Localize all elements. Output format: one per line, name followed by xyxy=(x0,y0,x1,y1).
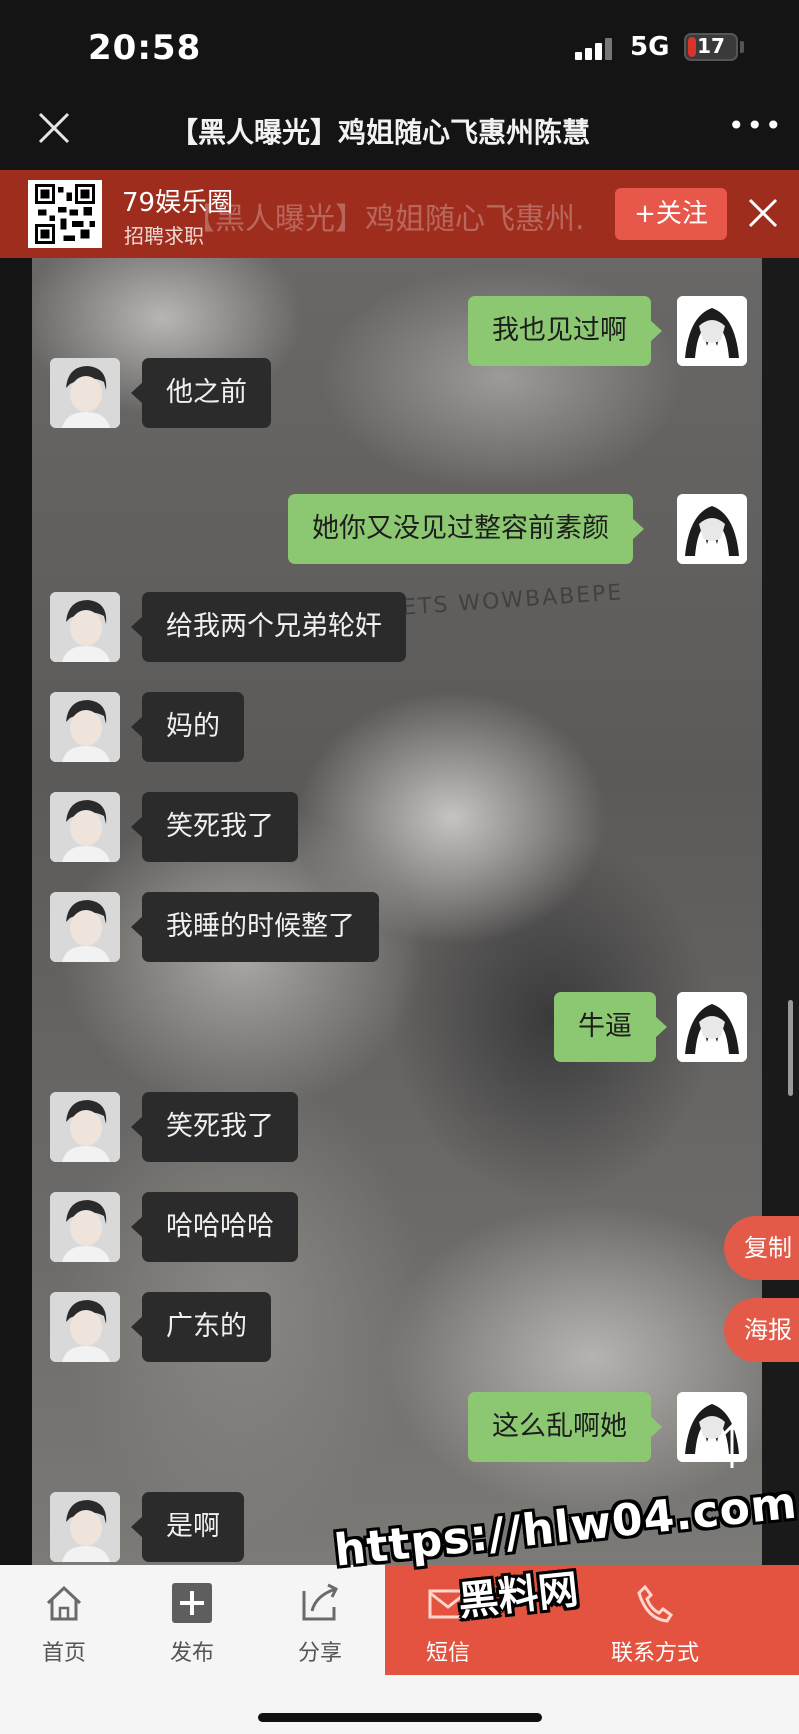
banner-ghost-title: 【黑人曝光】鸡姐随心飞惠州. xyxy=(185,202,585,237)
message-bubble-received: 我睡的时候整了 xyxy=(131,892,379,962)
sender-avatar xyxy=(677,296,747,366)
contact-avatar xyxy=(50,1292,120,1362)
network-type: 5G xyxy=(630,32,670,62)
message-bubble-sent: 我也见过啊 xyxy=(468,296,662,366)
poster-button[interactable]: 海报 xyxy=(724,1298,799,1362)
signal-icon xyxy=(575,38,613,60)
tab-publish-label: 发布 xyxy=(169,1641,214,1666)
contact-avatar xyxy=(50,1092,120,1162)
close-icon[interactable] xyxy=(742,192,784,234)
battery-level: 17 xyxy=(697,34,725,58)
follow-button[interactable]: +关注 xyxy=(615,188,727,240)
message-bubble-received: 笑死我了 xyxy=(131,792,298,862)
scrollbar[interactable] xyxy=(788,1000,793,1096)
message-bubble-sent: 这么乱啊她 xyxy=(468,1392,662,1462)
contact-avatar xyxy=(50,1492,120,1562)
tab-contact-label: 联系方式 xyxy=(610,1641,699,1666)
sender-avatar xyxy=(677,992,747,1062)
account-name[interactable]: 79娱乐圈 xyxy=(122,182,233,219)
message-bubble-sent: 牛逼 xyxy=(554,992,667,1062)
chat-screenshot: ETS WOWBABEPE 我也见过啊 他之前 她你又没见过整容前素颜 给我两个… xyxy=(32,258,767,1565)
contact-avatar xyxy=(50,692,120,762)
contact-avatar xyxy=(50,358,120,428)
background-print-text: ETS WOWBABEPE xyxy=(401,580,625,621)
tab-home[interactable]: 首页 xyxy=(16,1565,112,1675)
message-bubble-received: 广东的 xyxy=(131,1292,271,1362)
message-bubble-received: 哈哈哈哈 xyxy=(131,1192,298,1262)
status-bar: 20:58 5G 17 xyxy=(0,0,799,96)
contact-avatar xyxy=(50,892,120,962)
message-bubble-received: 他之前 xyxy=(131,358,271,428)
message-bubble-received: 给我两个兄弟轮奸 xyxy=(131,592,406,662)
message-bubble-received: 妈的 xyxy=(131,692,244,762)
plus-icon xyxy=(170,1581,214,1625)
qr-code-icon[interactable] xyxy=(28,180,102,248)
message-bubble-received: 是啊 xyxy=(131,1492,244,1562)
account-category: 招聘求职 xyxy=(124,224,204,248)
page-edge xyxy=(762,258,799,1565)
tab-publish[interactable]: 发布 xyxy=(144,1565,240,1675)
home-icon xyxy=(42,1581,86,1625)
phone-screen: 20:58 5G 17 【黑人曝光】鸡姐随心飞惠州陈慧 ••• 【黑人曝光】鸡姐… xyxy=(0,0,799,1734)
more-options-icon[interactable]: ••• xyxy=(728,112,784,140)
close-icon[interactable] xyxy=(34,108,74,148)
scroll-to-top-icon[interactable] xyxy=(712,1418,752,1474)
sender-avatar xyxy=(677,494,747,564)
contact-avatar xyxy=(50,592,120,662)
contact-avatar xyxy=(50,792,120,862)
follow-banner: 【黑人曝光】鸡姐随心飞惠州. 79娱乐圈 招聘求职 +关注 xyxy=(0,170,799,258)
page-title: 【黑人曝光】鸡姐随心飞惠州陈慧 xyxy=(170,116,591,149)
share-icon xyxy=(298,1581,342,1625)
copy-button[interactable]: 复制 xyxy=(724,1216,799,1280)
message-bubble-received: 笑死我了 xyxy=(131,1092,298,1162)
tab-home-label: 首页 xyxy=(41,1641,86,1666)
nav-bar: 【黑人曝光】鸡姐随心飞惠州陈慧 ••• xyxy=(0,96,799,170)
message-bubble-sent: 她你又没见过整容前素颜 xyxy=(288,494,644,564)
contact-avatar xyxy=(50,1192,120,1262)
watermark-name: 黑料网 xyxy=(456,1566,581,1626)
battery-cap xyxy=(740,41,744,53)
home-indicator[interactable] xyxy=(258,1713,542,1722)
home-indicator-area xyxy=(0,1675,799,1734)
status-time: 20:58 xyxy=(88,28,202,68)
battery-icon: 17 xyxy=(684,33,738,61)
